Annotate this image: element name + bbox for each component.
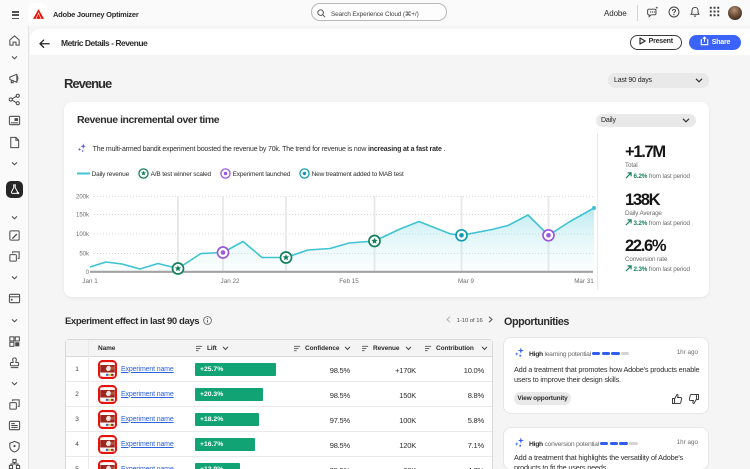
svg-text:200k: 200k [76,195,90,201]
svg-text:150k: 150k [76,213,90,219]
svg-text:100k: 100k [76,232,90,238]
svg-text:Feb 15: Feb 15 [339,278,359,285]
svg-text:Jan 1: Jan 1 [82,278,98,285]
svg-text:Mar 9: Mar 9 [458,278,475,285]
svg-text:Jan 22: Jan 22 [221,278,240,285]
svg-text:Mar 31: Mar 31 [574,278,594,285]
svg-text:50k: 50k [79,252,90,258]
